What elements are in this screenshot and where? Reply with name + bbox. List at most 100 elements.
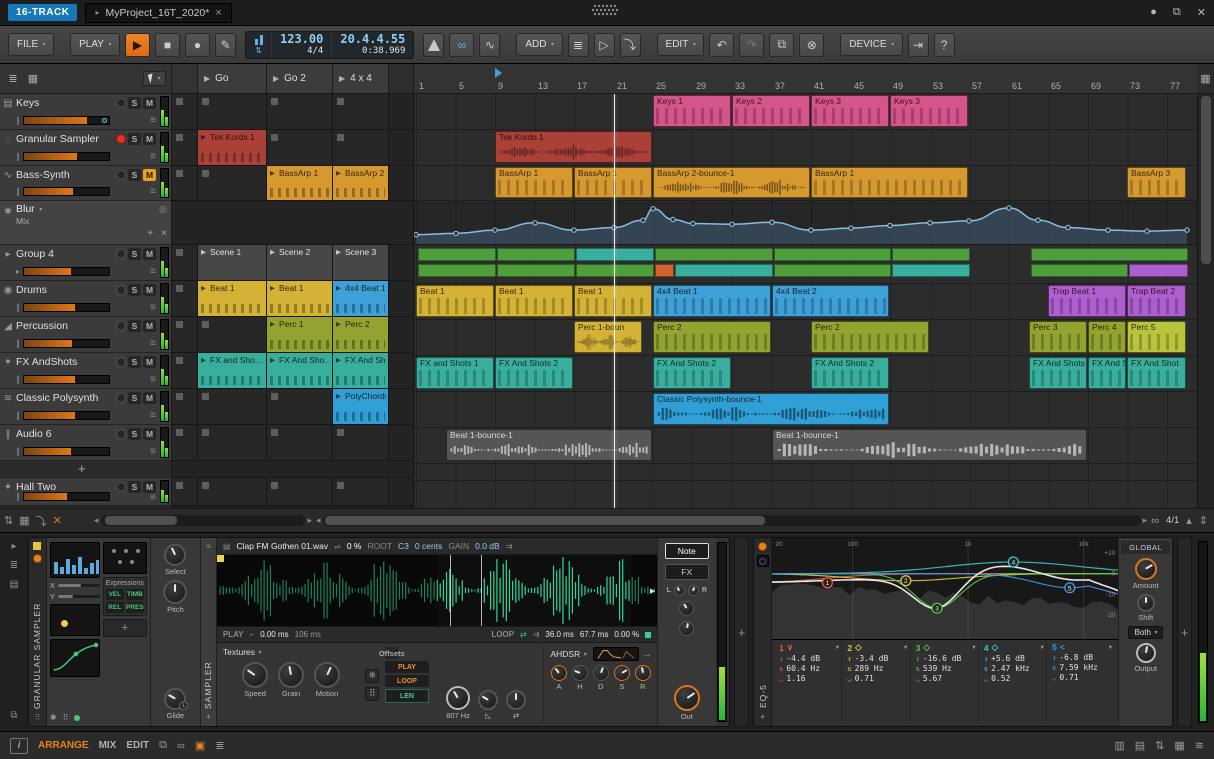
snap-value[interactable]: 4/1 bbox=[1166, 515, 1179, 526]
clip-stop-button[interactable] bbox=[172, 389, 198, 424]
scene-header-go-2[interactable]: ▶ Go 2 bbox=[267, 64, 333, 93]
edit-menu-button[interactable]: EDIT ▾ bbox=[656, 33, 705, 56]
solo-button[interactable]: S bbox=[128, 356, 141, 368]
speed-knob[interactable] bbox=[242, 662, 269, 688]
track-menu-icon[interactable]: ≡ bbox=[150, 116, 156, 126]
arranger-clip[interactable]: BassArp 3 bbox=[1127, 167, 1186, 198]
decay-knob[interactable] bbox=[592, 665, 609, 681]
arranger-clip[interactable]: FX And Shots 2 bbox=[495, 357, 573, 389]
group-mini-clip[interactable] bbox=[497, 264, 575, 277]
scroll-left-icon[interactable]: ◂ bbox=[316, 515, 321, 526]
sample-play-icon[interactable]: ▶ bbox=[650, 587, 655, 595]
mute-button[interactable]: M bbox=[143, 133, 156, 145]
timeline-ruler[interactable]: 1 5 9 13 17 21 25 29 33 37 41 45 49 53 57 61 65 69 73 77 bbox=[414, 64, 1197, 93]
close-tab-icon[interactable]: × bbox=[215, 7, 221, 19]
arranger-clip[interactable]: Trap Beat 2 bbox=[1127, 285, 1186, 317]
solo-button[interactable]: S bbox=[128, 428, 141, 440]
sample-name[interactable]: Clap FM Gothen 01.wav bbox=[236, 541, 328, 551]
track-menu-icon[interactable]: ≡ bbox=[150, 152, 156, 162]
empty-clip-slot[interactable] bbox=[198, 94, 267, 129]
glide-knob[interactable]: L bbox=[164, 688, 189, 710]
launcher-clip[interactable]: ▶ FX And Sho bbox=[333, 353, 389, 388]
track-menu-icon[interactable]: ≡ bbox=[150, 303, 156, 313]
launcher-clip[interactable]: ▶ Beat 1 bbox=[198, 281, 267, 316]
clip-stop-button[interactable] bbox=[172, 317, 198, 352]
eq-band-5-gain[interactable]: ↕ -6.8 dB bbox=[1052, 653, 1111, 662]
group-mini-clip[interactable] bbox=[1031, 264, 1128, 277]
arranger-clip[interactable]: FX And Shots 3 bbox=[1088, 357, 1126, 389]
offset-play-button[interactable]: PLAY bbox=[385, 661, 429, 673]
scene-header-4-x-4[interactable]: ▶ 4 x 4 bbox=[333, 64, 389, 93]
solo-button[interactable]: S bbox=[128, 248, 141, 260]
fader-dot[interactable] bbox=[102, 118, 107, 123]
motion-knob[interactable] bbox=[314, 662, 341, 688]
envelope-display[interactable] bbox=[593, 647, 640, 661]
add-menu-button[interactable]: ADD ▾ bbox=[516, 33, 563, 56]
track-list-view-icon[interactable]: ≣ bbox=[5, 70, 21, 88]
track-menu-icon[interactable]: ≡ bbox=[150, 447, 156, 457]
volume-fader[interactable] bbox=[23, 152, 110, 161]
add-eq-mod-button[interactable]: + bbox=[760, 712, 765, 722]
clip-stop-button[interactable] bbox=[172, 353, 198, 388]
arranger-clip[interactable]: Perc 5 bbox=[1127, 321, 1186, 353]
play-mode-icon[interactable]: ⌐ bbox=[250, 630, 255, 639]
zoom-fit-icon[interactable]: ⇕ bbox=[1199, 514, 1208, 527]
volume-fader[interactable] bbox=[23, 339, 110, 348]
xy-pad-dot[interactable] bbox=[60, 620, 68, 627]
scroll-right-icon[interactable]: ▸ bbox=[1143, 515, 1148, 526]
vertical-scrollbar-thumb[interactable] bbox=[1201, 96, 1211, 264]
add-layer-button[interactable]: + bbox=[206, 712, 211, 722]
granular-power-button[interactable] bbox=[32, 554, 42, 563]
out-knob[interactable] bbox=[673, 685, 700, 711]
empty-clip-slot[interactable] bbox=[198, 317, 267, 352]
arranger-clip[interactable]: Beat 1-bounce-1 bbox=[772, 429, 1087, 461]
groove-shuffle-icon[interactable]: ∿ bbox=[479, 32, 501, 57]
add-device-button[interactable]: + bbox=[734, 537, 750, 727]
eq-device-title[interactable]: EQ-5 bbox=[758, 571, 768, 708]
add-track-button[interactable]: + bbox=[0, 461, 86, 477]
arranger-clip[interactable]: FX and Shots 1 bbox=[416, 357, 494, 389]
eq-band-3-freq[interactable]: ⇅ 539 Hz bbox=[916, 664, 975, 673]
launcher-clip[interactable]: ▶ BassArp 1 bbox=[267, 166, 333, 200]
group-mini-clip[interactable] bbox=[675, 264, 773, 277]
track-header-fx-andshots[interactable]: ✦ FX AndShots ∥ S M ≡ bbox=[0, 353, 171, 389]
empty-clip-slot[interactable] bbox=[333, 94, 389, 129]
restore-window-icon[interactable]: ⧉ bbox=[1173, 6, 1181, 19]
arranger-clip[interactable]: FX And Shots 2 bbox=[653, 357, 731, 389]
clip-stop-button[interactable] bbox=[172, 166, 198, 200]
note-chain-tab[interactable]: Note bbox=[664, 543, 709, 559]
vertical-scrollbar[interactable] bbox=[1197, 94, 1214, 508]
empty-clip-slot[interactable] bbox=[333, 425, 389, 460]
expand-panel-icon[interactable]: ⧉ bbox=[10, 710, 17, 727]
inspector-toggle-button[interactable]: i bbox=[10, 737, 28, 754]
filter-freq-knob[interactable] bbox=[446, 686, 471, 710]
track-header-bass-synth[interactable]: ∿ Bass-Synth ∥ S M ≡ bbox=[0, 166, 171, 201]
loop-fade-value[interactable]: 0.00 % bbox=[614, 630, 639, 639]
record-arm-button[interactable] bbox=[116, 429, 126, 439]
pin-icon[interactable]: ◎ bbox=[159, 204, 167, 215]
launcher-clip[interactable]: ▶ Perc 2 bbox=[333, 317, 389, 352]
offset-loop-button[interactable]: LOOP bbox=[385, 675, 429, 687]
group-scene-cell[interactable]: ▶ Scene 2 bbox=[267, 245, 333, 280]
arranger-clip[interactable]: BassArp 1 bbox=[811, 167, 968, 198]
volume-fader[interactable] bbox=[23, 267, 110, 276]
arranger-clip[interactable]: Keys 3 bbox=[890, 95, 968, 127]
arranger-clip[interactable]: Perc 3 bbox=[1029, 321, 1087, 353]
track-header-percussion[interactable]: ◢ Percussion ∥ S M ≡ bbox=[0, 317, 171, 353]
volume-fader[interactable] bbox=[23, 375, 110, 384]
pitch-knob[interactable] bbox=[163, 580, 188, 604]
empty-clip-slot[interactable] bbox=[333, 478, 389, 505]
sample-gain-value[interactable]: 0.0 dB bbox=[475, 541, 500, 551]
empty-clip-slot[interactable] bbox=[198, 389, 267, 424]
eq-band-3-gain[interactable]: ↕ -16.6 dB bbox=[916, 654, 975, 663]
mute-button[interactable]: M bbox=[143, 169, 156, 181]
track-menu-icon[interactable]: ≡ bbox=[150, 493, 156, 503]
volume-fader[interactable] bbox=[23, 303, 110, 312]
track-menu-icon[interactable]: ≡ bbox=[150, 411, 156, 421]
device-panel-icon[interactable]: ▦ bbox=[1174, 739, 1184, 752]
track-menu-icon[interactable]: ≡ bbox=[150, 375, 156, 385]
undo-icon[interactable]: ↶ bbox=[709, 32, 735, 57]
track-header-hall-two[interactable]: ✦ Hall Two ∥ S M ≡ bbox=[0, 478, 171, 506]
arranger-clip[interactable]: Keys 1 bbox=[653, 95, 731, 127]
arranger-clip[interactable]: Beat 1 bbox=[416, 285, 494, 317]
